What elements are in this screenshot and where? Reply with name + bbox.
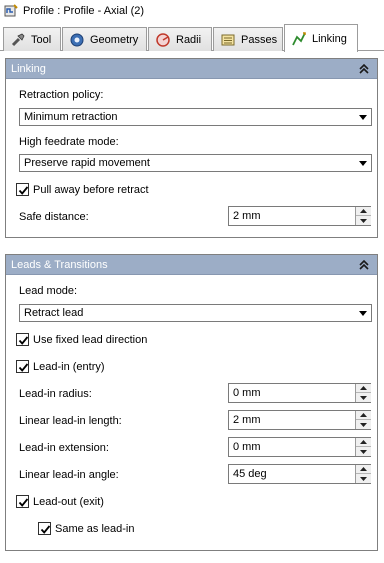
leads-panel-title: Leads & Transitions	[11, 258, 108, 271]
profile-icon	[4, 4, 18, 18]
safe-distance-label: Safe distance:	[19, 211, 89, 223]
radii-icon	[155, 32, 171, 48]
chevron-down-icon	[358, 159, 368, 167]
retraction-policy-label: Retraction policy:	[19, 89, 104, 101]
lead-in-extension-value: 0 mm	[233, 441, 261, 453]
leads-panel: Leads & Transitions Lead mode: Retract l…	[5, 254, 378, 551]
linear-lead-in-length-spinbox[interactable]: 2 mm	[228, 410, 371, 430]
tab-passes-label: Passes	[241, 33, 278, 46]
lead-in-radius-label: Lead-in radius:	[19, 388, 92, 400]
tab-radii-label: Radii	[176, 33, 202, 46]
window-title: Profile : Profile - Axial (2)	[23, 5, 145, 17]
lead-in-extension-label: Lead-in extension:	[19, 442, 109, 454]
checkbox-box[interactable]	[16, 183, 29, 196]
spin-up-icon[interactable]	[356, 465, 371, 474]
lead-in-radius-spinbox[interactable]: 0 mm	[228, 383, 371, 403]
checkbox-box[interactable]	[38, 522, 51, 535]
linear-lead-in-length-value: 2 mm	[233, 414, 261, 426]
checkbox-box[interactable]	[16, 495, 29, 508]
spin-down-icon[interactable]	[356, 420, 371, 429]
spin-up-icon[interactable]	[356, 207, 371, 216]
lead-mode-dropdown[interactable]: Retract lead	[19, 304, 372, 322]
linear-lead-in-angle-label: Linear lead-in angle:	[19, 469, 119, 481]
spin-up-icon[interactable]	[356, 411, 371, 420]
spin-down-icon[interactable]	[356, 393, 371, 402]
retraction-policy-dropdown[interactable]: Minimum retraction	[19, 108, 372, 126]
tab-linking[interactable]: Linking	[284, 24, 358, 52]
linear-lead-in-length-label: Linear lead-in length:	[19, 415, 122, 427]
lead-out-label: Lead-out (exit)	[33, 495, 104, 508]
same-as-lead-in-checkbox[interactable]: Same as lead-in	[38, 522, 135, 535]
tool-icon	[10, 32, 26, 48]
tab-geometry-label: Geometry	[90, 33, 139, 46]
checkbox-box[interactable]	[16, 360, 29, 373]
checkbox-box[interactable]	[16, 333, 29, 346]
lead-mode-label: Lead mode:	[19, 285, 78, 297]
spin-up-icon[interactable]	[356, 384, 371, 393]
chevron-down-icon	[358, 309, 368, 317]
tab-bar: Tool Geometry Radii Passes Linking	[0, 24, 384, 52]
spin-down-icon[interactable]	[356, 447, 371, 456]
fixed-direction-checkbox[interactable]: Use fixed lead direction	[16, 333, 147, 346]
lead-out-checkbox[interactable]: Lead-out (exit)	[16, 495, 104, 508]
title-bar: Profile : Profile - Axial (2)	[0, 0, 384, 22]
collapse-icon[interactable]	[357, 62, 371, 76]
passes-icon	[220, 32, 236, 48]
tab-radii[interactable]: Radii	[148, 27, 212, 51]
lead-in-radius-value: 0 mm	[233, 387, 261, 399]
safe-distance-value: 2 mm	[233, 210, 261, 222]
chevron-down-icon	[358, 113, 368, 121]
linking-icon	[291, 31, 307, 47]
lead-in-label: Lead-in (entry)	[33, 360, 105, 373]
leads-panel-header[interactable]: Leads & Transitions	[6, 255, 377, 275]
pull-away-label: Pull away before retract	[33, 183, 149, 196]
tab-passes[interactable]: Passes	[213, 27, 283, 51]
linking-panel: Linking Retraction policy: Minimum retra…	[5, 58, 378, 238]
lead-in-checkbox[interactable]: Lead-in (entry)	[16, 360, 105, 373]
same-as-lead-in-label: Same as lead-in	[55, 522, 135, 535]
safe-distance-spinbox[interactable]: 2 mm	[228, 206, 371, 226]
lead-in-extension-spinbox[interactable]: 0 mm	[228, 437, 371, 457]
pull-away-checkbox[interactable]: Pull away before retract	[16, 183, 149, 196]
retraction-policy-value: Minimum retraction	[24, 111, 118, 123]
tab-geometry[interactable]: Geometry	[62, 27, 147, 51]
high-feedrate-label: High feedrate mode:	[19, 136, 119, 148]
collapse-icon[interactable]	[357, 258, 371, 272]
high-feedrate-value: Preserve rapid movement	[24, 157, 150, 169]
spin-up-icon[interactable]	[356, 438, 371, 447]
linear-lead-in-angle-value: 45 deg	[233, 468, 267, 480]
high-feedrate-dropdown[interactable]: Preserve rapid movement	[19, 154, 372, 172]
linear-lead-in-angle-spinbox[interactable]: 45 deg	[228, 464, 371, 484]
linking-panel-title: Linking	[11, 62, 46, 75]
geometry-icon	[69, 32, 85, 48]
fixed-direction-label: Use fixed lead direction	[33, 333, 148, 346]
spin-down-icon[interactable]	[356, 474, 371, 483]
spin-down-icon[interactable]	[356, 216, 371, 225]
linking-panel-header[interactable]: Linking	[6, 59, 377, 79]
tab-tool[interactable]: Tool	[3, 27, 61, 51]
tab-tool-label: Tool	[31, 33, 52, 46]
tab-linking-label: Linking	[312, 32, 347, 45]
lead-mode-value: Retract lead	[24, 307, 84, 319]
